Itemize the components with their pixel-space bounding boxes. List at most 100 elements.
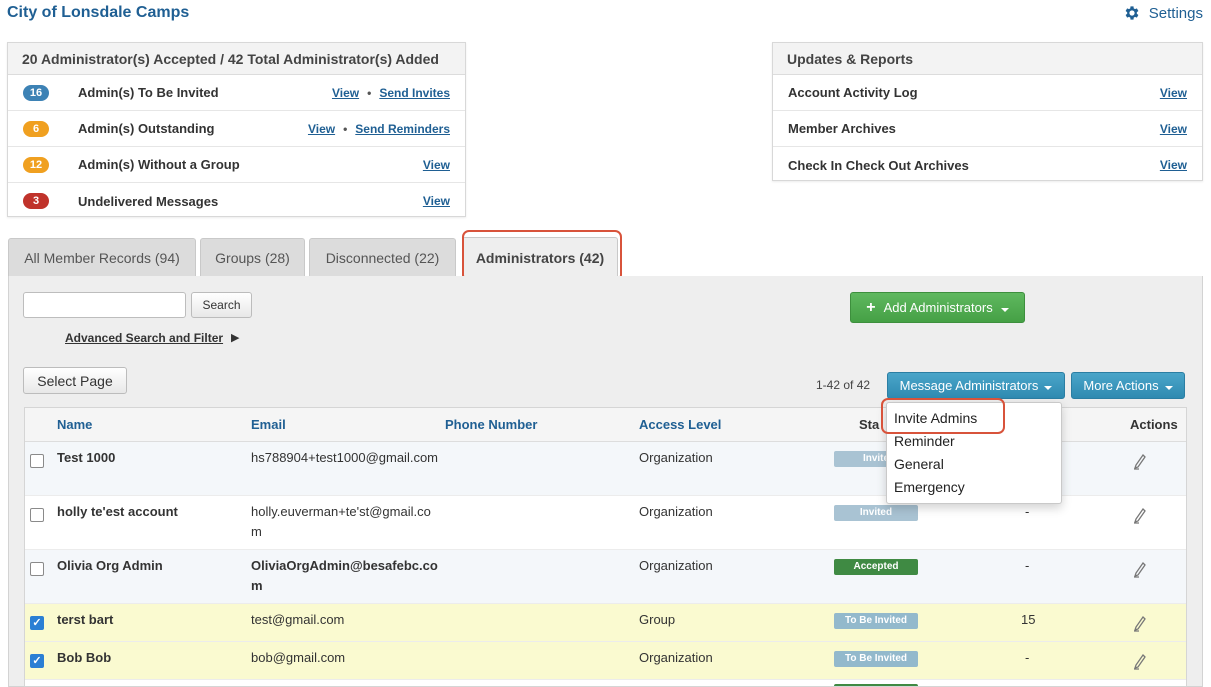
admin-name: Bob Bob — [57, 650, 112, 665]
edit-icon[interactable] — [1130, 615, 1148, 633]
row-checkbox[interactable] — [30, 508, 44, 522]
advanced-search-link[interactable]: Advanced Search and Filter — [65, 331, 223, 345]
edit-icon[interactable] — [1130, 507, 1148, 525]
tab-highlight-ring — [462, 230, 622, 282]
expand-arrow-icon[interactable]: ▶ — [231, 331, 239, 344]
table-row: holly te'est account holly.euverman+te's… — [25, 496, 1186, 550]
admin-access: Organization — [639, 558, 713, 573]
admin-email: test@gmail.com — [251, 612, 345, 627]
admin-email: hs788904+test1000@gmail.com — [251, 450, 439, 465]
page-title: City of Lonsdale Camps — [7, 4, 190, 21]
plus-icon: + — [866, 298, 876, 316]
group-count: 15 — [1021, 612, 1036, 627]
status-badge: To Be Invited — [834, 613, 918, 629]
column-access-level[interactable]: Access Level — [639, 417, 721, 432]
send-invites-link[interactable]: Send Invites — [379, 86, 450, 100]
menu-item-general[interactable]: General — [894, 456, 944, 472]
count-badge: 3 — [23, 193, 49, 209]
admin-email: holly.euverman+te'st@gmail.com — [251, 504, 431, 539]
message-administrators-button[interactable]: Message Administrators — [887, 372, 1065, 399]
more-actions-button[interactable]: More Actions — [1071, 372, 1185, 399]
admin-name: Olivia Org Admin — [57, 558, 163, 573]
column-name[interactable]: Name — [57, 417, 92, 432]
table-row — [25, 680, 1186, 686]
group-count: - — [1025, 650, 1030, 665]
message-administrators-label: Message Administrators — [899, 378, 1039, 393]
report-label: Check In Check Out Archives — [788, 157, 969, 173]
summary-label: Admin(s) To Be Invited — [78, 85, 219, 100]
menu-item-emergency[interactable]: Emergency — [894, 479, 965, 495]
report-label: Member Archives — [788, 121, 896, 136]
admin-name: holly te'est account — [57, 504, 178, 519]
settings-link[interactable]: Settings — [1123, 4, 1203, 22]
view-link[interactable]: View — [423, 158, 450, 172]
report-label: Account Activity Log — [788, 85, 918, 100]
summary-row-undelivered: 3 Undelivered Messages View — [8, 183, 465, 219]
add-administrators-label: Add Administrators — [883, 300, 993, 315]
table-row: ✓ terst bart test@gmail.com Group To Be … — [25, 604, 1186, 642]
admin-email: bob@gmail.com — [251, 650, 346, 665]
view-link[interactable]: View — [423, 194, 450, 208]
edit-icon[interactable] — [1130, 561, 1148, 579]
select-page-button[interactable]: Select Page — [23, 367, 127, 394]
view-link[interactable]: View — [332, 86, 359, 100]
row-checkbox[interactable] — [30, 562, 44, 576]
row-checkbox[interactable] — [30, 454, 44, 468]
view-link[interactable]: View — [1160, 122, 1187, 136]
admin-email: OliviaOrgAdmin@besafebc.com — [251, 558, 438, 593]
summary-row-without-group: 12 Admin(s) Without a Group View — [8, 147, 465, 183]
admin-access: Organization — [639, 650, 713, 665]
count-badge: 6 — [23, 120, 49, 137]
reports-header: Updates & Reports — [773, 43, 1202, 75]
menu-item-reminder[interactable]: Reminder — [894, 433, 955, 449]
edit-icon[interactable] — [1130, 653, 1148, 671]
updates-reports-panel: Updates & Reports Account Activity Log V… — [772, 42, 1203, 181]
count-badge: 16 — [23, 84, 49, 101]
status-badge: To Be Invited — [834, 651, 918, 667]
row-checkbox[interactable]: ✓ — [30, 616, 44, 630]
summary-label: Admin(s) Outstanding — [78, 121, 215, 136]
view-link[interactable]: View — [1160, 158, 1187, 172]
caret-down-icon — [1164, 385, 1173, 390]
row-checkbox[interactable]: ✓ — [30, 654, 44, 668]
column-actions: Actions — [1130, 417, 1178, 432]
search-input[interactable] — [23, 292, 186, 318]
separator-dot: • — [343, 121, 348, 136]
column-status: Sta — [859, 417, 880, 432]
tab-disconnected[interactable]: Disconnected (22) — [309, 238, 456, 277]
column-email[interactable]: Email — [251, 417, 286, 432]
tab-groups[interactable]: Groups (28) — [200, 238, 305, 277]
tab-all-member-records[interactable]: All Member Records (94) — [8, 238, 196, 277]
send-reminders-link[interactable]: Send Reminders — [355, 122, 450, 136]
summary-label: Admin(s) Without a Group — [78, 157, 240, 172]
summary-row-to-be-invited: 16 Admin(s) To Be Invited View • Send In… — [8, 75, 465, 111]
group-count: - — [1025, 558, 1030, 573]
column-phone[interactable]: Phone Number — [445, 417, 537, 432]
group-count: - — [1025, 504, 1030, 519]
search-button[interactable]: Search — [191, 292, 252, 318]
status-badge: Invited — [834, 505, 918, 521]
view-link[interactable]: View — [1160, 86, 1187, 100]
menu-highlight-ring — [881, 398, 1005, 434]
count-badge: 12 — [23, 156, 49, 173]
admin-access: Group — [639, 612, 676, 627]
view-link[interactable]: View — [308, 122, 335, 136]
caret-down-icon — [1000, 307, 1009, 312]
table-row: ✓ Bob Bob bob@gmail.com Organization To … — [25, 642, 1186, 680]
admin-access: Organization — [639, 450, 713, 465]
report-row-checkin-archives: Check In Check Out Archives View — [773, 147, 1202, 183]
result-count: 1-42 of 42 — [816, 378, 871, 392]
status-badge: Accepted — [834, 559, 918, 575]
summary-row-outstanding: 6 Admin(s) Outstanding View • Send Remin… — [8, 111, 465, 147]
edit-icon[interactable] — [1130, 453, 1148, 471]
admin-name: terst bart — [57, 612, 114, 627]
settings-label[interactable]: Settings — [1149, 5, 1203, 22]
caret-down-icon — [1044, 385, 1053, 390]
admin-summary-panel: 20 Administrator(s) Accepted / 42 Total … — [7, 42, 466, 217]
add-administrators-button[interactable]: + Add Administrators — [850, 292, 1025, 323]
more-actions-label: More Actions — [1083, 378, 1159, 393]
table-row: Olivia Org Admin OliviaOrgAdmin@besafebc… — [25, 550, 1186, 604]
summary-label: Undelivered Messages — [78, 193, 219, 209]
report-row-activity-log: Account Activity Log View — [773, 75, 1202, 111]
gear-icon — [1125, 6, 1139, 20]
